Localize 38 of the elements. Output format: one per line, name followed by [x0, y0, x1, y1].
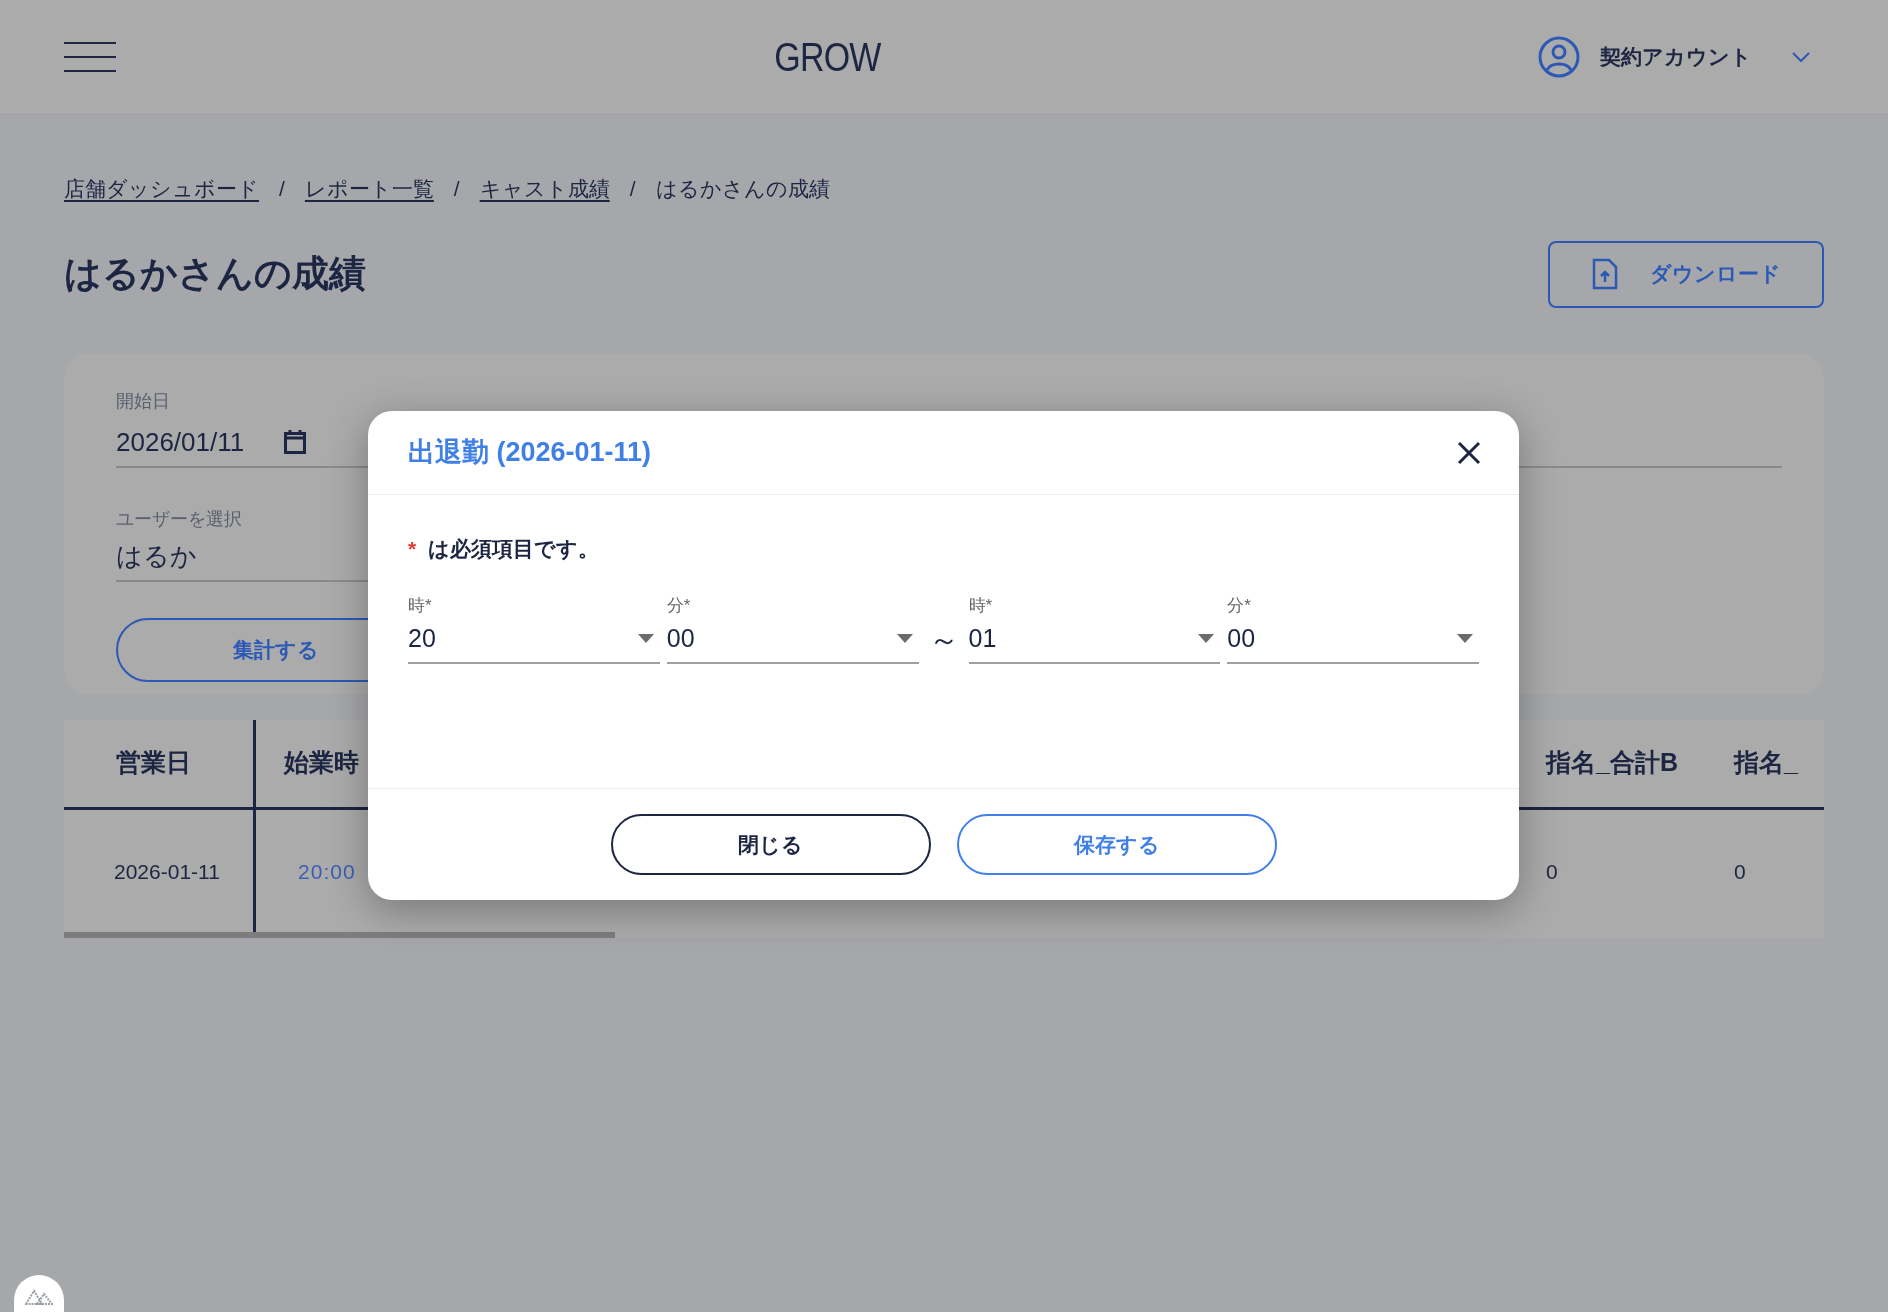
menu-icon[interactable] [64, 42, 116, 72]
breadcrumb-current: はるかさんの成績 [655, 176, 830, 202]
chevron-down-icon [1792, 52, 1810, 62]
account-menu[interactable]: 契約アカウント [1538, 36, 1810, 78]
file-upload-icon [1591, 258, 1618, 290]
calendar-icon [284, 430, 307, 454]
column-header: 指名_ [1732, 747, 1799, 779]
breadcrumb-separator: / [279, 176, 285, 202]
breadcrumb-separator: / [453, 176, 460, 202]
dropdown-caret-icon [637, 634, 654, 644]
table-cell-text: 0 [1545, 859, 1559, 886]
column-header: 始業時 [282, 747, 360, 779]
close-button[interactable]: 閉じる [610, 814, 931, 875]
time-select[interactable]: 時* 20 [408, 592, 660, 664]
range-separator: ～ [928, 621, 959, 658]
dialog-title: 出退勤 (2026-01-11) [408, 436, 652, 470]
breadcrumb-link[interactable]: レポート一覧 [304, 173, 434, 205]
column-header: 指名_合計B [1544, 747, 1679, 779]
breadcrumb-separator: / [629, 176, 636, 202]
time-select[interactable]: 分* 00 [666, 592, 919, 664]
time-select[interactable]: 時* 01 [968, 592, 1221, 664]
dropdown-caret-icon [1457, 634, 1473, 644]
logo[interactable]: GROW [773, 27, 881, 87]
dropdown-caret-icon [1198, 634, 1215, 644]
scrollbar[interactable] [64, 931, 615, 938]
breadcrumb-link[interactable]: 店舗ダッシュボード [64, 173, 259, 205]
column-header: 営業日 [64, 719, 256, 807]
user-icon [1538, 36, 1580, 78]
save-button[interactable]: 保存する [956, 814, 1277, 875]
dropdown-caret-icon [896, 634, 913, 644]
breadcrumb-link[interactable]: キャスト成績 [479, 173, 610, 205]
required-mark: * [408, 536, 417, 562]
time-select[interactable]: 分* 00 [1227, 592, 1479, 664]
close-icon[interactable] [1457, 440, 1481, 465]
mountain-icon [25, 1287, 53, 1305]
table-cell-text: 0 [1733, 859, 1747, 886]
page-title: はるかさんの成績 [64, 252, 366, 297]
required-note: は必須項目です。 [428, 536, 600, 562]
